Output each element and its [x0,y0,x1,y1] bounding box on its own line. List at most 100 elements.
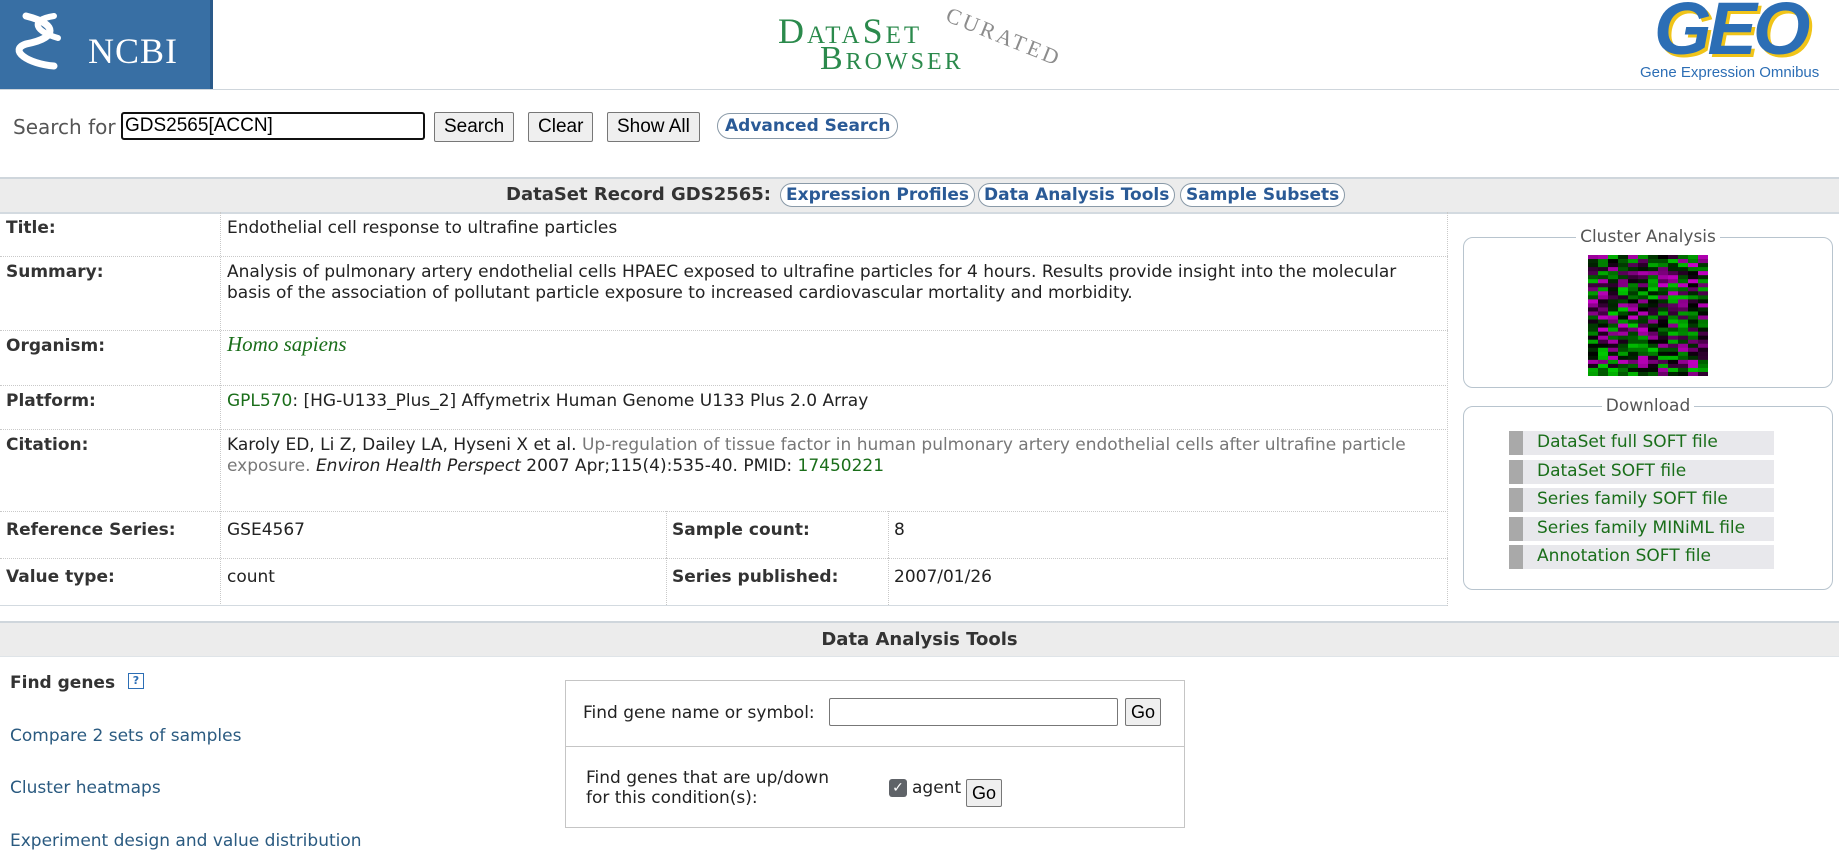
heatmap-cell [1688,263,1698,268]
platform-value: GPL570: [HG-U133_Plus_2] Affymetrix Huma… [227,391,1442,412]
heatmap-cell [1598,339,1608,345]
heatmap-cell [1628,299,1638,304]
heatmap-cell [1638,295,1648,300]
heatmap-cell [1668,363,1678,369]
ncbi-logo[interactable]: NCBI [0,0,213,89]
heatmap-cell [1648,311,1658,316]
pmid-link[interactable]: 17450221 [798,456,885,476]
heatmap-cell [1618,367,1628,373]
heatmap-cell [1658,279,1668,284]
heatmap-cell [1648,279,1658,284]
heatmap-cell [1628,347,1638,353]
gene-go-button[interactable]: Go [1125,698,1162,726]
tool-experiment-design[interactable]: Experiment design and value distribution [10,831,362,851]
heatmap-cell [1648,371,1658,376]
tool-find-genes[interactable]: Find genes [10,673,115,693]
heatmap-cell [1648,343,1658,349]
download-series-family-soft[interactable]: Series family SOFT file [1509,488,1774,512]
heatmap-cell [1618,343,1628,349]
heatmap-cell [1678,279,1688,284]
download-series-family-miniml[interactable]: Series family MINiML file [1509,517,1774,541]
heatmap-cell [1678,355,1688,361]
dataset-browser-logo[interactable]: DataSet Browser Curated [770,2,1070,84]
download-annotation-soft[interactable]: Annotation SOFT file [1509,545,1774,569]
heatmap-cell [1678,339,1688,345]
agent-checkbox[interactable]: ✓ [889,779,907,797]
search-label: Search for [13,115,116,139]
heatmap-cell [1628,343,1638,349]
platform-link[interactable]: GPL570 [227,391,292,411]
organism-link[interactable]: Homo sapiens [227,334,1442,355]
geo-logo-letters: GEO [1654,0,1810,70]
heatmap-cell [1698,363,1708,369]
heatmap-cell [1618,287,1628,292]
heatmap-cell [1658,303,1668,308]
condition-label: Find genes that are up/down for this con… [586,768,856,808]
condition-go-button[interactable]: Go [966,779,1003,807]
heatmap-cell [1698,319,1708,325]
heatmap-cell [1628,283,1638,288]
heatmap-cell [1628,359,1638,365]
heatmap-cell [1668,267,1678,272]
heatmap-cell [1678,311,1688,316]
geo-logo[interactable]: GEO Gene Expression Omnibus [1640,0,1839,88]
heatmap-cell [1588,319,1598,325]
sample-count-value: 8 [894,520,905,540]
reference-series-link[interactable]: GSE4567 [227,520,627,541]
heatmap-cell [1638,343,1648,349]
download-dataset-full-soft[interactable]: DataSet full SOFT file [1509,431,1774,455]
tab-sample-subsets[interactable]: Sample Subsets [1180,183,1346,207]
heatmap-cell [1588,299,1598,304]
heatmap-cell [1648,331,1658,337]
title-label: Title: [6,218,56,238]
heatmap-cell [1678,343,1688,349]
heatmap-cell [1658,283,1668,288]
download-item-label: DataSet SOFT file [1537,461,1687,481]
heatmap-cell [1638,339,1648,345]
heatmap-cell [1628,363,1638,369]
search-input[interactable] [121,112,425,140]
heatmap-cell [1658,339,1668,345]
heatmap-cell [1628,315,1638,321]
advanced-search-link[interactable]: Advanced Search [717,113,899,139]
heatmap-cell [1618,323,1628,329]
heatmap-cell [1678,331,1688,337]
tool-compare-samples[interactable]: Compare 2 sets of samples [10,726,241,746]
heatmap-cell [1658,363,1668,369]
tab-data-analysis-tools[interactable]: Data Analysis Tools [978,183,1176,207]
download-dataset-soft[interactable]: DataSet SOFT file [1509,460,1774,484]
heatmap-cell [1618,303,1628,308]
heatmap-cell [1598,307,1608,312]
heatmap-cell [1688,311,1698,316]
heatmap-cell [1648,271,1658,276]
clear-button[interactable]: Clear [528,112,594,142]
heatmap-cell [1588,327,1598,333]
heatmap-cell [1698,283,1708,288]
heatmap-cell [1608,295,1618,300]
gene-name-input[interactable] [829,698,1118,726]
heatmap-cell [1598,367,1608,373]
heatmap-cell [1598,331,1608,337]
heatmap-cell [1588,271,1598,276]
heatmap-cell [1648,259,1658,264]
heatmap-cell [1608,255,1618,260]
heatmap-cell [1688,267,1698,272]
heatmap-cell [1638,331,1648,337]
heatmap-cell [1598,355,1608,361]
search-button[interactable]: Search [434,112,515,142]
cluster-heatmap-thumbnail[interactable] [1588,255,1708,376]
show-all-button[interactable]: Show All [607,112,700,142]
help-icon[interactable]: ? [128,673,144,689]
heatmap-cell [1688,347,1698,353]
heatmap-cell [1638,307,1648,312]
tool-cluster-heatmaps[interactable]: Cluster heatmaps [10,778,161,798]
heatmap-cell [1608,275,1618,280]
summary-value: Analysis of pulmonary artery endothelial… [227,262,1442,304]
heatmap-cell [1668,255,1678,260]
heatmap-cell [1588,255,1598,260]
heatmap-cell [1608,259,1618,264]
heatmap-cell [1608,331,1618,337]
tab-expression-profiles[interactable]: Expression Profiles [780,183,976,207]
heatmap-cell [1658,295,1668,300]
heatmap-cell [1608,363,1618,369]
